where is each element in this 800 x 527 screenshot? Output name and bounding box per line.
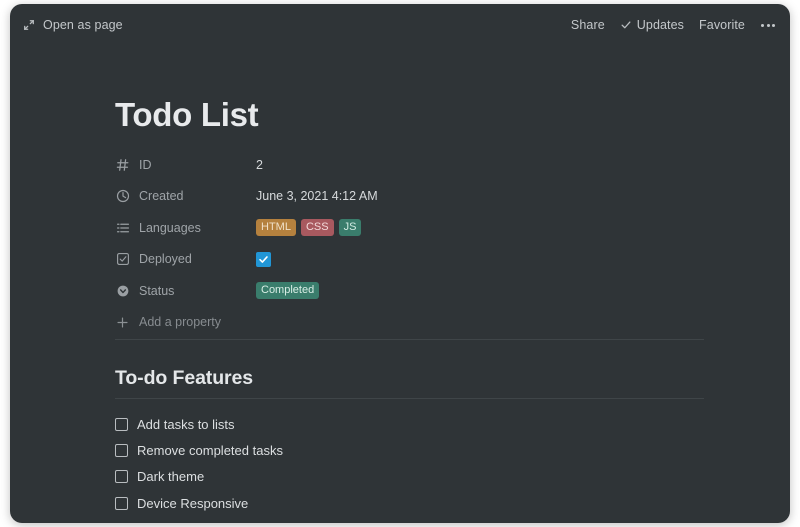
- list-icon: [115, 220, 130, 235]
- check-icon: [620, 19, 632, 31]
- clock-icon: [115, 189, 130, 204]
- list-item[interactable]: Remove completed tasks: [115, 437, 515, 463]
- top-toolbar: Open as page Share Updates Favorite: [10, 4, 790, 46]
- updates-button[interactable]: Updates: [620, 18, 684, 32]
- property-value-created[interactable]: June 3, 2021 4:12 AM: [256, 186, 378, 206]
- toolbar-actions: Share Updates Favorite: [571, 18, 776, 32]
- property-row-id: ID 2: [115, 149, 705, 181]
- todo-list: Add tasks to lists Remove completed task…: [115, 411, 515, 517]
- property-row-created: Created June 3, 2021 4:12 AM: [115, 181, 705, 213]
- list-item[interactable]: Dark theme: [115, 464, 515, 490]
- open-as-page-label: Open as page: [43, 18, 123, 32]
- status-badge[interactable]: Completed: [256, 282, 320, 300]
- property-row-languages: Languages HTML CSS JS: [115, 212, 705, 244]
- favorite-button[interactable]: Favorite: [699, 18, 745, 32]
- list-item[interactable]: Device Responsive: [115, 490, 515, 516]
- property-value-languages[interactable]: HTML CSS JS: [256, 218, 362, 238]
- divider-top: [115, 339, 704, 340]
- todo-label: Dark theme: [137, 469, 205, 485]
- more-options-icon[interactable]: [760, 21, 776, 30]
- todo-checkbox[interactable]: [115, 470, 128, 484]
- add-property-label: Add a property: [139, 315, 221, 330]
- select-icon: [115, 283, 130, 298]
- page-title[interactable]: Todo List: [115, 96, 259, 134]
- language-tag[interactable]: CSS: [300, 219, 334, 237]
- list-item[interactable]: Add tasks to lists: [115, 411, 515, 437]
- property-label-languages[interactable]: Languages: [115, 220, 256, 235]
- property-name: Languages: [139, 220, 201, 235]
- property-list: ID 2 Created June 3, 2021 4:12 AM Langua…: [115, 149, 705, 338]
- hash-icon: [115, 157, 130, 172]
- page-container: Open as page Share Updates Favorite Todo…: [10, 4, 790, 523]
- property-name: Created: [139, 189, 184, 204]
- add-property-button[interactable]: Add a property: [115, 307, 275, 339]
- property-value-deployed[interactable]: [256, 249, 271, 269]
- share-button[interactable]: Share: [571, 18, 605, 32]
- updates-label: Updates: [636, 18, 685, 32]
- property-value-id[interactable]: 2: [256, 155, 263, 175]
- todo-label: Add tasks to lists: [137, 416, 235, 432]
- divider-bottom: [115, 398, 704, 399]
- language-tag[interactable]: JS: [338, 219, 362, 237]
- todo-checkbox[interactable]: [115, 496, 128, 510]
- property-name: Status: [139, 283, 175, 298]
- plus-icon: [115, 315, 130, 330]
- property-label-created[interactable]: Created: [115, 189, 256, 204]
- deployed-checkbox[interactable]: [256, 251, 271, 267]
- todo-label: Remove completed tasks: [137, 443, 283, 459]
- property-name: Deployed: [139, 252, 192, 267]
- property-row-deployed: Deployed: [115, 244, 705, 276]
- section-heading[interactable]: To-do Features: [115, 367, 253, 390]
- property-label-id[interactable]: ID: [115, 157, 256, 172]
- expand-icon: [22, 19, 35, 32]
- todo-checkbox[interactable]: [115, 444, 128, 458]
- property-label-status[interactable]: Status: [115, 283, 256, 298]
- open-as-page-button[interactable]: Open as page: [22, 18, 123, 32]
- todo-checkbox[interactable]: [115, 417, 128, 431]
- property-value-status[interactable]: Completed: [256, 281, 320, 301]
- property-name: ID: [139, 157, 152, 172]
- language-tag[interactable]: HTML: [256, 219, 296, 237]
- checkbox-icon: [115, 252, 130, 267]
- property-label-deployed[interactable]: Deployed: [115, 252, 256, 267]
- property-row-status: Status Completed: [115, 275, 705, 307]
- todo-label: Device Responsive: [137, 495, 249, 511]
